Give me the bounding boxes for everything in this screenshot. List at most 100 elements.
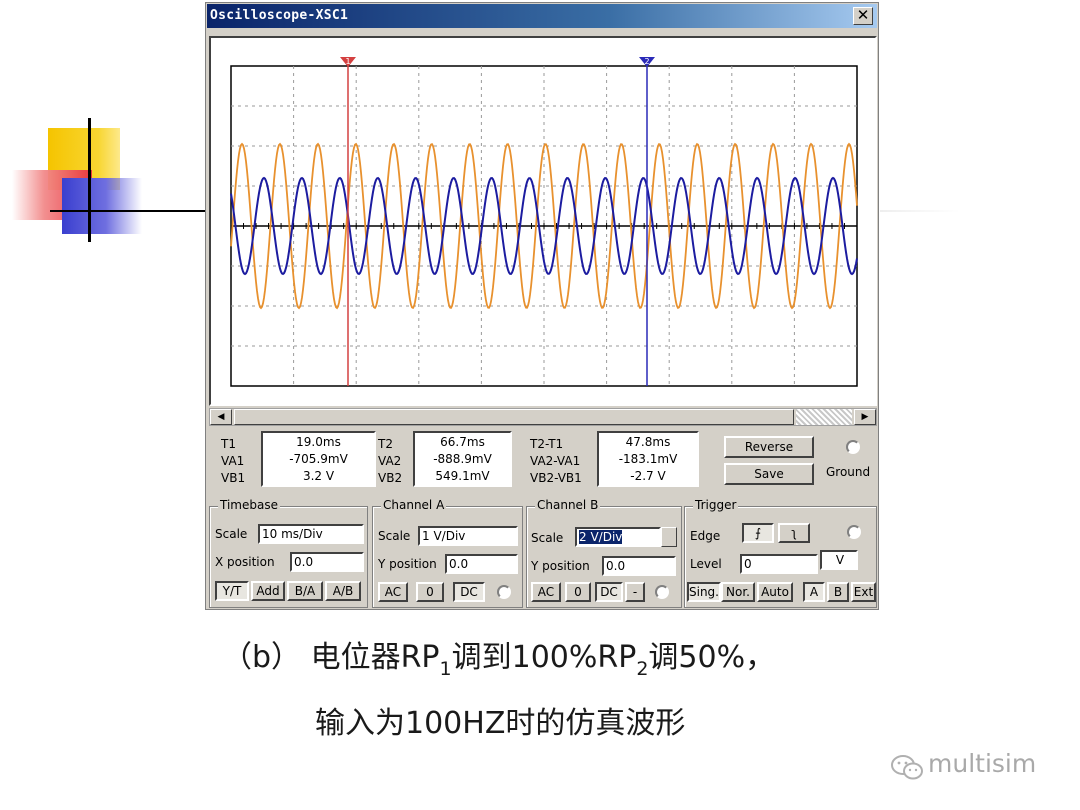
channel-b-ypos-field[interactable]: 0.0 (602, 556, 676, 576)
trigger-auto-button[interactable]: Auto (757, 582, 793, 602)
trigger-radio[interactable] (847, 525, 861, 539)
vb1-label: VB1 (221, 471, 246, 485)
channel-a-scale-label: Scale (378, 529, 411, 543)
window-title: Oscilloscope-XSC1 (210, 8, 349, 23)
t1-values: 19.0ms -705.9mV 3.2 V (261, 431, 376, 487)
title-bar[interactable]: Oscilloscope-XSC1 ✕ (207, 4, 877, 28)
channel-a-dc-button[interactable]: DC (453, 582, 485, 602)
channel-b-scale-field[interactable]: 2 V/Div (575, 527, 661, 547)
channel-a-scale-field[interactable]: 1 V/Div (418, 526, 518, 546)
channel-b-ypos-label: Y position (531, 559, 590, 573)
t1-value: 19.0ms (296, 435, 341, 449)
va1-value: -705.9mV (289, 452, 348, 466)
channel-a-radio[interactable] (497, 585, 511, 599)
channel-a-ypos-field[interactable]: 0.0 (445, 554, 518, 574)
caption-sub-2: 2 (636, 658, 649, 680)
scroll-track[interactable] (796, 409, 852, 425)
timebase-group: Timebase Scale 10 ms/Div X position 0.0 … (209, 498, 368, 608)
trigger-source-ext-button[interactable]: Ext (851, 582, 876, 602)
watermark-text: multisim (928, 749, 1037, 778)
diff-labels: T2-T1 VA2-VA1 VB2-VB1 (530, 436, 582, 487)
trigger-single-button[interactable]: Sing. (687, 582, 721, 602)
save-button[interactable]: Save (724, 463, 814, 485)
decor-horizontal-line (50, 210, 210, 212)
channel-b-radio[interactable] (655, 585, 669, 599)
close-icon: ✕ (856, 6, 870, 24)
level-field[interactable]: 0 (740, 554, 818, 574)
edge-rising-button[interactable]: ⨍ (742, 523, 774, 543)
channel-b-scale-value: 2 V/Div (579, 530, 623, 544)
diff-values: 47.8ms -183.1mV -2.7 V (597, 431, 699, 487)
channel-b-scale-spinner[interactable] (661, 527, 677, 547)
cursor-1-label: 1 (345, 57, 350, 66)
scroll-left-icon: ◀ (217, 412, 225, 422)
mode-add-button[interactable]: Add (251, 581, 285, 601)
channel-b-group: Channel B Scale 2 V/Div Y position 0.0 A… (526, 498, 682, 608)
channel-a-ypos-label: Y position (378, 557, 437, 571)
decor-horizontal-line-right (880, 210, 960, 212)
channel-a-ac-button[interactable]: AC (378, 582, 408, 602)
decor-vertical-line (88, 118, 91, 242)
decor-blue-square (62, 178, 142, 234)
timebase-scale-label: Scale (215, 527, 248, 541)
t2-t1-label: T2-T1 (530, 437, 564, 451)
caption-part-c: 调50%， (648, 640, 776, 675)
channel-a-zero-button[interactable]: 0 (416, 582, 444, 602)
falling-edge-icon: ʅ (791, 526, 797, 540)
t2-labels: T2 VA2 VB2 (378, 436, 402, 487)
scroll-thumb[interactable] (234, 409, 794, 425)
edge-falling-button[interactable]: ʅ (778, 523, 810, 543)
scroll-left-button[interactable]: ◀ (210, 409, 232, 425)
mode-ab-button[interactable]: A/B (325, 581, 361, 601)
va2-va1-label: VA2-VA1 (530, 454, 581, 468)
scroll-right-icon: ▶ (861, 412, 869, 422)
trigger-source-b-button[interactable]: B (827, 582, 849, 602)
trigger-normal-button[interactable]: Nor. (721, 582, 755, 602)
cursor-readouts: T1 VA1 VB1 19.0ms -705.9mV 3.2 V T2 VA2 … (206, 428, 880, 490)
caption-sub-1: 1 (439, 658, 452, 680)
close-button[interactable]: ✕ (853, 7, 873, 25)
t1-labels: T1 VA1 VB1 (221, 436, 245, 487)
scroll-right-button[interactable]: ▶ (854, 409, 876, 425)
va2-value: -888.9mV (433, 452, 492, 466)
channel-b-dc-button[interactable]: DC (595, 582, 623, 602)
timebase-scale-field[interactable]: 10 ms/Div (258, 524, 364, 544)
scope-canvas: 12 (230, 57, 858, 387)
va2-va1-value: -183.1mV (618, 452, 678, 466)
mode-ba-button[interactable]: B/A (287, 581, 323, 601)
vb2-vb1-value: -2.7 V (630, 469, 666, 483)
t2-label: T2 (378, 437, 393, 451)
x-position-field[interactable]: 0.0 (290, 552, 364, 572)
vb2-label: VB2 (378, 471, 403, 485)
t2-t1-value: 47.8ms (625, 435, 671, 449)
trigger-source-a-button[interactable]: A (803, 582, 825, 602)
channel-b-invert-button[interactable]: - (625, 582, 645, 602)
reverse-button[interactable]: Reverse (724, 436, 814, 458)
x-position-label: X position (215, 555, 275, 569)
channel-b-zero-button[interactable]: 0 (565, 582, 591, 602)
t2-values: 66.7ms -888.9mV 549.1mV (413, 431, 512, 487)
channel-b-ac-button[interactable]: AC (531, 582, 561, 602)
caption-part-b: 调到100%RP (451, 640, 637, 675)
vb1-value: 3.2 V (302, 469, 335, 483)
channel-b-scale-label: Scale (531, 531, 564, 545)
horizontal-scrollbar[interactable]: ◀ ▶ (209, 408, 877, 426)
va2-label: VA2 (378, 454, 402, 468)
mode-yt-button[interactable]: Y/T (215, 581, 249, 601)
ground-radio[interactable] (846, 440, 860, 454)
trigger-group: Trigger Edge ⨍ ʅ Level 0 V Sing. Nor. Au… (684, 498, 877, 608)
vb2-vb1-label: VB2-VB1 (530, 471, 582, 485)
t1-label: T1 (221, 437, 236, 451)
caption-line-1: （b） 电位器RP1调到100%RP2调50%， (222, 632, 776, 680)
timebase-title: Timebase (218, 498, 280, 512)
edge-label: Edge (690, 529, 721, 543)
caption-line-2: 输入为100HZ时的仿真波形 (315, 706, 686, 741)
wechat-icon (891, 755, 923, 780)
ground-label: Ground (826, 465, 871, 479)
oscilloscope-window: Oscilloscope-XSC1 ✕ 12 ◀ ▶ T1 VA1 VB1 19… (205, 2, 879, 610)
level-label: Level (690, 557, 722, 571)
level-unit-field[interactable]: V (820, 550, 858, 570)
cursor-2-label: 2 (644, 57, 649, 66)
rising-edge-icon: ⨍ (754, 526, 762, 540)
t2-value: 66.7ms (440, 435, 485, 449)
